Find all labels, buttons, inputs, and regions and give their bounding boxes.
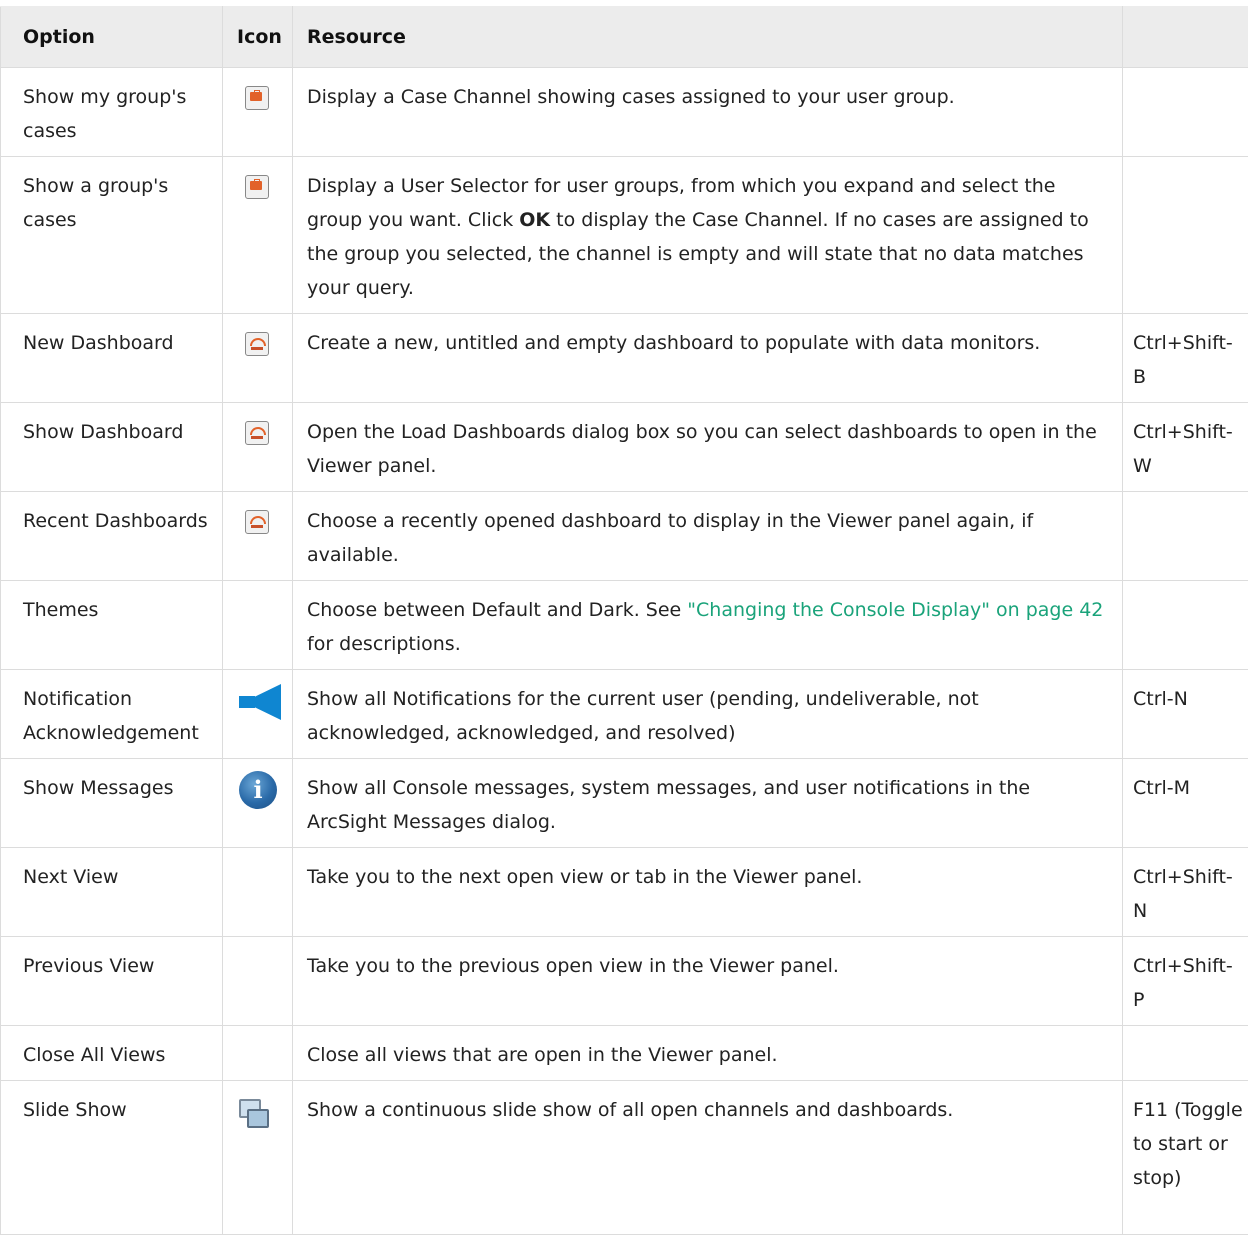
- shortcut-cell: Ctrl+Shift-W: [1123, 403, 1248, 492]
- table-row: Next View Take you to the next open view…: [1, 848, 1248, 937]
- shortcut-cell: [1123, 68, 1248, 157]
- table-row: Show Messages i Show all Console message…: [1, 759, 1248, 848]
- shortcut-cell: [1123, 157, 1248, 314]
- resource-cell: Show all Console messages, system messag…: [293, 759, 1123, 848]
- resource-cell: Close all views that are open in the Vie…: [293, 1026, 1123, 1081]
- shortcut-cell: Ctrl+Shift-P: [1123, 937, 1248, 1026]
- table-row: New Dashboard Create a new, untitled and…: [1, 314, 1248, 403]
- option-cell: Show a group's cases: [1, 157, 223, 314]
- resource-cell: Create a new, untitled and empty dashboa…: [293, 314, 1123, 403]
- table-row: Close All Views Close all views that are…: [1, 1026, 1248, 1081]
- resource-cell: Show all Notifications for the current u…: [293, 670, 1123, 759]
- resource-cell: Take you to the previous open view in th…: [293, 937, 1123, 1026]
- option-cell: Notification Acknowledgement: [1, 670, 223, 759]
- changing-console-display-link[interactable]: "Changing the Console Display" on page 4…: [687, 599, 1103, 621]
- shortcut-cell: Ctrl-M: [1123, 759, 1248, 848]
- case-folder-icon: [245, 86, 269, 110]
- dashboard-icon: [245, 510, 269, 534]
- option-cell: Close All Views: [1, 1026, 223, 1081]
- shortcut-cell: Ctrl+Shift-N: [1123, 848, 1248, 937]
- resource-cell: Display a User Selector for user groups,…: [293, 157, 1123, 314]
- table-row: Show a group's cases Display a User Sele…: [1, 157, 1248, 314]
- table-row: Show Dashboard Open the Load Dashboards …: [1, 403, 1248, 492]
- header-option: Option: [1, 7, 223, 68]
- case-folder-icon: [245, 175, 269, 199]
- table-row: Notification Acknowledgement Show all No…: [1, 670, 1248, 759]
- table-row: Previous View Take you to the previous o…: [1, 937, 1248, 1026]
- header-shortcut: [1123, 7, 1248, 68]
- option-cell: Previous View: [1, 937, 223, 1026]
- option-cell: Slide Show: [1, 1081, 223, 1235]
- option-cell: Show Dashboard: [1, 403, 223, 492]
- option-cell: Next View: [1, 848, 223, 937]
- table-row: Recent Dashboards Choose a recently open…: [1, 492, 1248, 581]
- shortcut-cell: Ctrl+Shift-B: [1123, 314, 1248, 403]
- shortcut-cell: F11 (Toggle to start or stop): [1123, 1081, 1248, 1235]
- shortcut-cell: [1123, 492, 1248, 581]
- shortcut-cell: [1123, 581, 1248, 670]
- info-icon: i: [239, 771, 277, 809]
- table-row: Themes Choose between Default and Dark. …: [1, 581, 1248, 670]
- shortcut-cell: [1123, 1026, 1248, 1081]
- resource-cell: Take you to the next open view or tab in…: [293, 848, 1123, 937]
- resource-cell: Choose a recently opened dashboard to di…: [293, 492, 1123, 581]
- slide-show-icon: [239, 1099, 267, 1129]
- resource-cell: Choose between Default and Dark. See "Ch…: [293, 581, 1123, 670]
- options-table: Option Icon Resource Show my group's cas…: [0, 6, 1248, 1235]
- option-cell: Show my group's cases: [1, 68, 223, 157]
- table-row: Show my group's cases Display a Case Cha…: [1, 68, 1248, 157]
- table-header-row: Option Icon Resource: [1, 7, 1248, 68]
- header-resource: Resource: [293, 7, 1123, 68]
- option-cell: Show Messages: [1, 759, 223, 848]
- header-icon: Icon: [223, 7, 293, 68]
- resource-cell: Display a Case Channel showing cases ass…: [293, 68, 1123, 157]
- option-cell: Themes: [1, 581, 223, 670]
- ok-label: OK: [519, 209, 550, 231]
- dashboard-icon: [245, 332, 269, 356]
- option-cell: New Dashboard: [1, 314, 223, 403]
- resource-cell: Open the Load Dashboards dialog box so y…: [293, 403, 1123, 492]
- megaphone-icon: [235, 682, 281, 724]
- dashboard-icon: [245, 421, 269, 445]
- shortcut-cell: Ctrl-N: [1123, 670, 1248, 759]
- option-cell: Recent Dashboards: [1, 492, 223, 581]
- table-row: Slide Show Show a continuous slide show …: [1, 1081, 1248, 1235]
- resource-cell: Show a continuous slide show of all open…: [293, 1081, 1123, 1235]
